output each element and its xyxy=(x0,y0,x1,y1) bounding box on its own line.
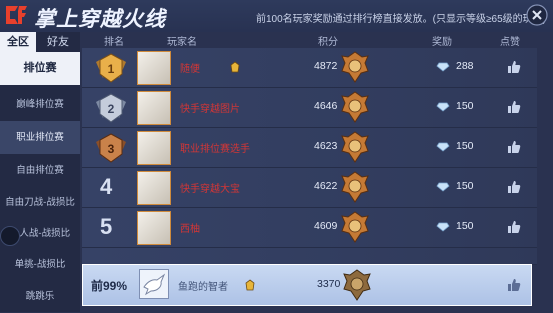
vip-badge-icon xyxy=(230,61,240,73)
diamond-icon xyxy=(436,182,450,192)
rank-emblem-icon xyxy=(341,51,369,83)
diamond-icon xyxy=(436,62,450,72)
app-title: 掌上穿越火线 xyxy=(34,8,166,31)
player-name[interactable]: 快手穿越大宝 xyxy=(180,180,240,195)
my-score: 3370 xyxy=(317,278,341,290)
rank-emblem-icon xyxy=(341,171,369,203)
rank-emblem-icon xyxy=(341,211,369,243)
bronze-rank-badge-icon: 3 xyxy=(96,133,126,163)
table-row xyxy=(82,248,537,265)
rank-emblem-icon xyxy=(343,269,371,301)
tab-all-region[interactable]: 全区 xyxy=(0,32,36,52)
reward-amount: 150 xyxy=(456,100,474,112)
rank-emblem-icon xyxy=(341,91,369,123)
avatar[interactable] xyxy=(137,131,171,165)
rank-emblem-icon xyxy=(341,131,369,163)
category-sidebar: 全区 好友 排位赛 巅峰排位赛 职业排位赛 自由排位赛 自由刀战-战损比 个人战… xyxy=(0,32,80,312)
header-reward: 奖励 xyxy=(432,37,452,48)
reward-notice: 前100名玩家奖励通过排行榜直接发放。(只显示等级≥65级的玩家) xyxy=(256,14,546,25)
diamond-icon xyxy=(436,102,450,112)
reward-amount: 288 xyxy=(456,60,474,72)
sidebar-item-jump[interactable]: 跳跳乐 xyxy=(0,280,80,313)
reward-amount: 150 xyxy=(456,140,474,152)
dove-avatar-icon[interactable] xyxy=(139,269,169,299)
score: 4622 xyxy=(314,180,338,192)
player-name[interactable]: 随便 xyxy=(180,60,200,75)
sidebar-item-pro-ranked[interactable]: 职业排位赛 xyxy=(0,121,80,154)
rank-number: 4 xyxy=(100,174,113,199)
tab-friends[interactable]: 好友 xyxy=(36,32,80,52)
thumbs-up-icon[interactable] xyxy=(507,278,521,292)
thumbs-up-icon[interactable] xyxy=(507,220,521,234)
header-rank: 排名 xyxy=(104,37,124,48)
silver-rank-badge-icon: 2 xyxy=(96,93,126,123)
player-name[interactable]: 快手穿越图片 xyxy=(180,100,240,115)
sidebar-item-ranked[interactable]: 排位赛 xyxy=(0,52,80,85)
header-like: 点赞 xyxy=(500,37,520,48)
sidebar-item-free-ranked[interactable]: 自由排位赛 xyxy=(0,154,80,187)
player-name[interactable]: 职业排位赛选手 xyxy=(180,140,250,155)
table-row: 3 职业排位赛选手 4623 150 xyxy=(82,128,537,168)
thumbs-up-icon[interactable] xyxy=(507,100,521,114)
score: 4609 xyxy=(314,220,338,232)
vip-badge-icon xyxy=(245,279,255,291)
table-row: 5 西柚 4609 150 xyxy=(82,208,537,248)
reward-amount: 150 xyxy=(456,180,474,192)
my-rank-row: 前99% 鱼跑的智者 3370 xyxy=(82,264,532,306)
svg-text:2: 2 xyxy=(108,102,115,116)
reward-amount: 150 xyxy=(456,220,474,232)
diamond-icon xyxy=(436,222,450,232)
thumbs-up-icon[interactable] xyxy=(507,180,521,194)
my-player-name: 鱼跑的智者 xyxy=(178,282,228,293)
table-row: 2 快手穿越图片 4646 150 xyxy=(82,88,537,128)
cf-logo-icon xyxy=(6,6,27,24)
close-icon[interactable] xyxy=(525,3,549,27)
svg-text:1: 1 xyxy=(108,62,115,76)
rank-number: 5 xyxy=(100,214,113,239)
scroll-indicator xyxy=(0,226,20,246)
top-bar: 掌上穿越火线 前100名玩家奖励通过排行榜直接发放。(只显示等级≥65级的玩家) xyxy=(0,0,553,32)
sidebar-item-peak-ranked[interactable]: 巅峰排位赛 xyxy=(0,88,80,121)
table-row: 1 随便 4872 288 xyxy=(82,48,537,88)
sidebar-item-duel[interactable]: 单挑-战损比 xyxy=(0,248,80,281)
player-name[interactable]: 西柚 xyxy=(180,220,200,235)
thumbs-up-icon[interactable] xyxy=(507,140,521,154)
my-rank-percent: 前99% xyxy=(91,279,128,293)
score: 4646 xyxy=(314,100,338,112)
avatar[interactable] xyxy=(137,171,171,205)
header-score: 积分 xyxy=(318,37,338,48)
thumbs-up-icon[interactable] xyxy=(507,60,521,74)
gold-rank-badge-icon: 1 xyxy=(96,53,126,83)
avatar[interactable] xyxy=(137,51,171,85)
svg-text:3: 3 xyxy=(108,142,115,156)
score: 4623 xyxy=(314,140,338,152)
avatar[interactable] xyxy=(137,211,171,245)
avatar[interactable] xyxy=(137,91,171,125)
header-player: 玩家名 xyxy=(167,37,197,48)
score: 4872 xyxy=(314,60,338,72)
diamond-icon xyxy=(436,142,450,152)
table-row: 4 快手穿越大宝 4622 150 xyxy=(82,168,537,208)
sidebar-item-free-knife[interactable]: 自由刀战-战损比 xyxy=(0,186,80,219)
